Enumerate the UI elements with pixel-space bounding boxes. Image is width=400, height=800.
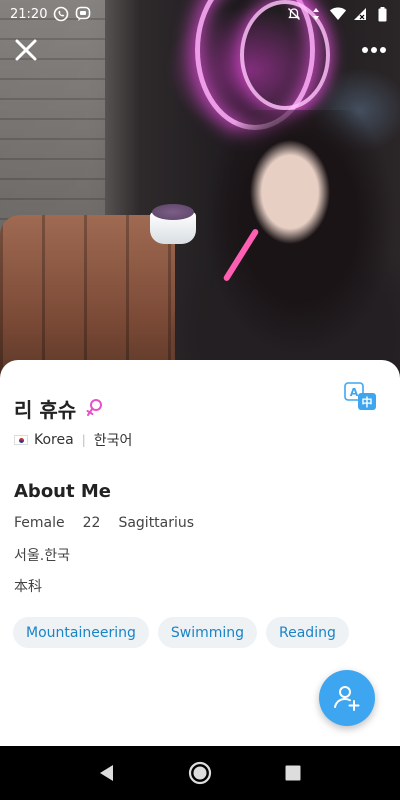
language-label: 한국어 [93,433,133,449]
translate-button[interactable]: A 中 [344,382,378,412]
close-icon [15,39,37,61]
korea-flag-icon [14,435,28,445]
close-button[interactable] [12,36,40,64]
more-dots-icon [362,47,368,53]
separator: | [81,433,86,447]
interest-tags: Mountaineering Swimming Reading [13,617,349,648]
about-me-title: About Me [14,481,111,502]
home-icon [188,761,212,785]
more-options-button[interactable] [358,38,390,62]
age-label: 22 [82,515,101,531]
chat-bubble-icon [75,6,91,22]
status-bar: 21:20 [0,0,400,28]
signal-icon [352,6,368,22]
about-attributes: Female 22 Sagittarius [14,515,194,531]
profile-name: 리 휴슈 [14,398,77,422]
interest-tag[interactable]: Reading [266,617,349,648]
translate-icon: A 中 [344,382,376,410]
country-label: Korea [34,432,74,448]
notifications-off-icon [286,6,302,22]
photo-cup-ice-cream [152,204,194,220]
nav-home-button[interactable] [185,758,215,788]
status-time: 21:20 [10,6,48,22]
whatsapp-icon [53,6,69,22]
zodiac-label: Sagittarius [118,515,195,531]
top-actions [0,36,400,66]
svg-text:中: 中 [362,395,373,409]
battery-icon [374,6,390,22]
nav-recents-button[interactable] [278,758,308,788]
interest-tag[interactable]: Swimming [157,617,258,648]
data-arrows-icon [308,6,324,22]
back-icon [99,765,113,781]
photo-booth-seat [0,215,175,380]
gender-label: Female [14,515,65,531]
photo-person-face [250,140,330,245]
education-label: 本科 [14,579,42,595]
svg-text:A: A [350,386,359,399]
add-friend-button[interactable] [319,670,375,726]
nav-back-button[interactable] [92,758,122,788]
female-icon [86,398,104,420]
interest-tag[interactable]: Mountaineering [13,617,149,648]
add-friend-icon [334,686,360,711]
system-nav-bar [0,746,400,800]
wifi-icon [330,6,346,22]
location-row: Korea | 한국어 [14,430,132,450]
recents-icon [285,765,301,781]
name-row: 리 휴슈 [14,394,104,423]
profile-card: 리 휴슈 A 中 Korea | 한국어 About Me Female 22 … [0,360,400,746]
city-label: 서울.한국 [14,548,70,564]
